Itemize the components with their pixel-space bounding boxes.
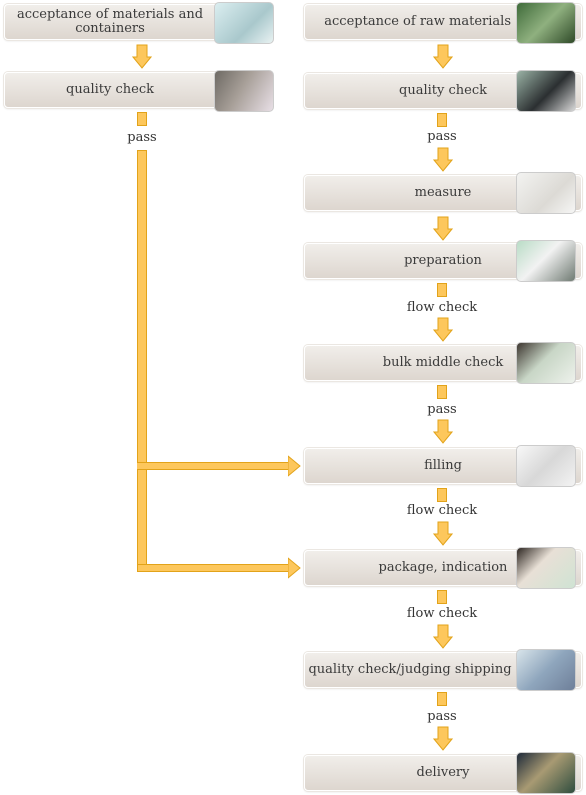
connector-label: flow check (406, 503, 478, 518)
connector-label: pass (427, 129, 457, 144)
connector-stub (437, 692, 447, 706)
lab-woman-photo-icon (516, 547, 576, 589)
step-label: quality check (66, 82, 154, 97)
step-label: acceptance of materials and containers (16, 7, 204, 36)
arrow-down-icon (433, 726, 453, 751)
microscope-photo-icon (516, 70, 576, 112)
researcher-photo-icon (516, 342, 576, 384)
step-label: quality check/judging shipping (308, 662, 512, 677)
arrow-down-icon (433, 216, 453, 241)
bottles-photo-icon (214, 2, 274, 44)
connector-label: pass (427, 402, 457, 417)
lab-workers-photo-icon (516, 240, 576, 282)
connector-label: pass (127, 130, 157, 145)
arrow-right-icon (288, 455, 301, 477)
connector-stub (437, 488, 447, 502)
inspection-photo-icon (516, 649, 576, 691)
connector-to-filling (137, 462, 291, 470)
arrow-right-icon (288, 557, 301, 579)
connector-label: flow check (406, 606, 478, 621)
arrow-down-icon (433, 317, 453, 342)
containers-photo-icon (516, 445, 576, 487)
arrow-down-icon (433, 44, 453, 69)
arrow-down-icon (433, 419, 453, 444)
plants-photo-icon (516, 2, 576, 44)
connector-stub (137, 112, 147, 126)
arrow-down-icon (433, 624, 453, 649)
connector-stub (437, 385, 447, 399)
connector-stub (437, 283, 447, 297)
worker-photo-icon (214, 70, 274, 112)
arrow-down-icon (433, 147, 453, 172)
arrow-down-icon (433, 521, 453, 546)
arrow-down-icon (132, 44, 152, 69)
connector-vertical (137, 150, 147, 572)
connector-stub (437, 113, 447, 127)
connector-label: pass (427, 709, 457, 724)
warehouse-photo-icon (516, 752, 576, 794)
flasks-photo-icon (516, 172, 576, 214)
connector-to-package (137, 564, 291, 572)
connector-label: flow check (406, 300, 478, 315)
connector-stub (437, 590, 447, 604)
